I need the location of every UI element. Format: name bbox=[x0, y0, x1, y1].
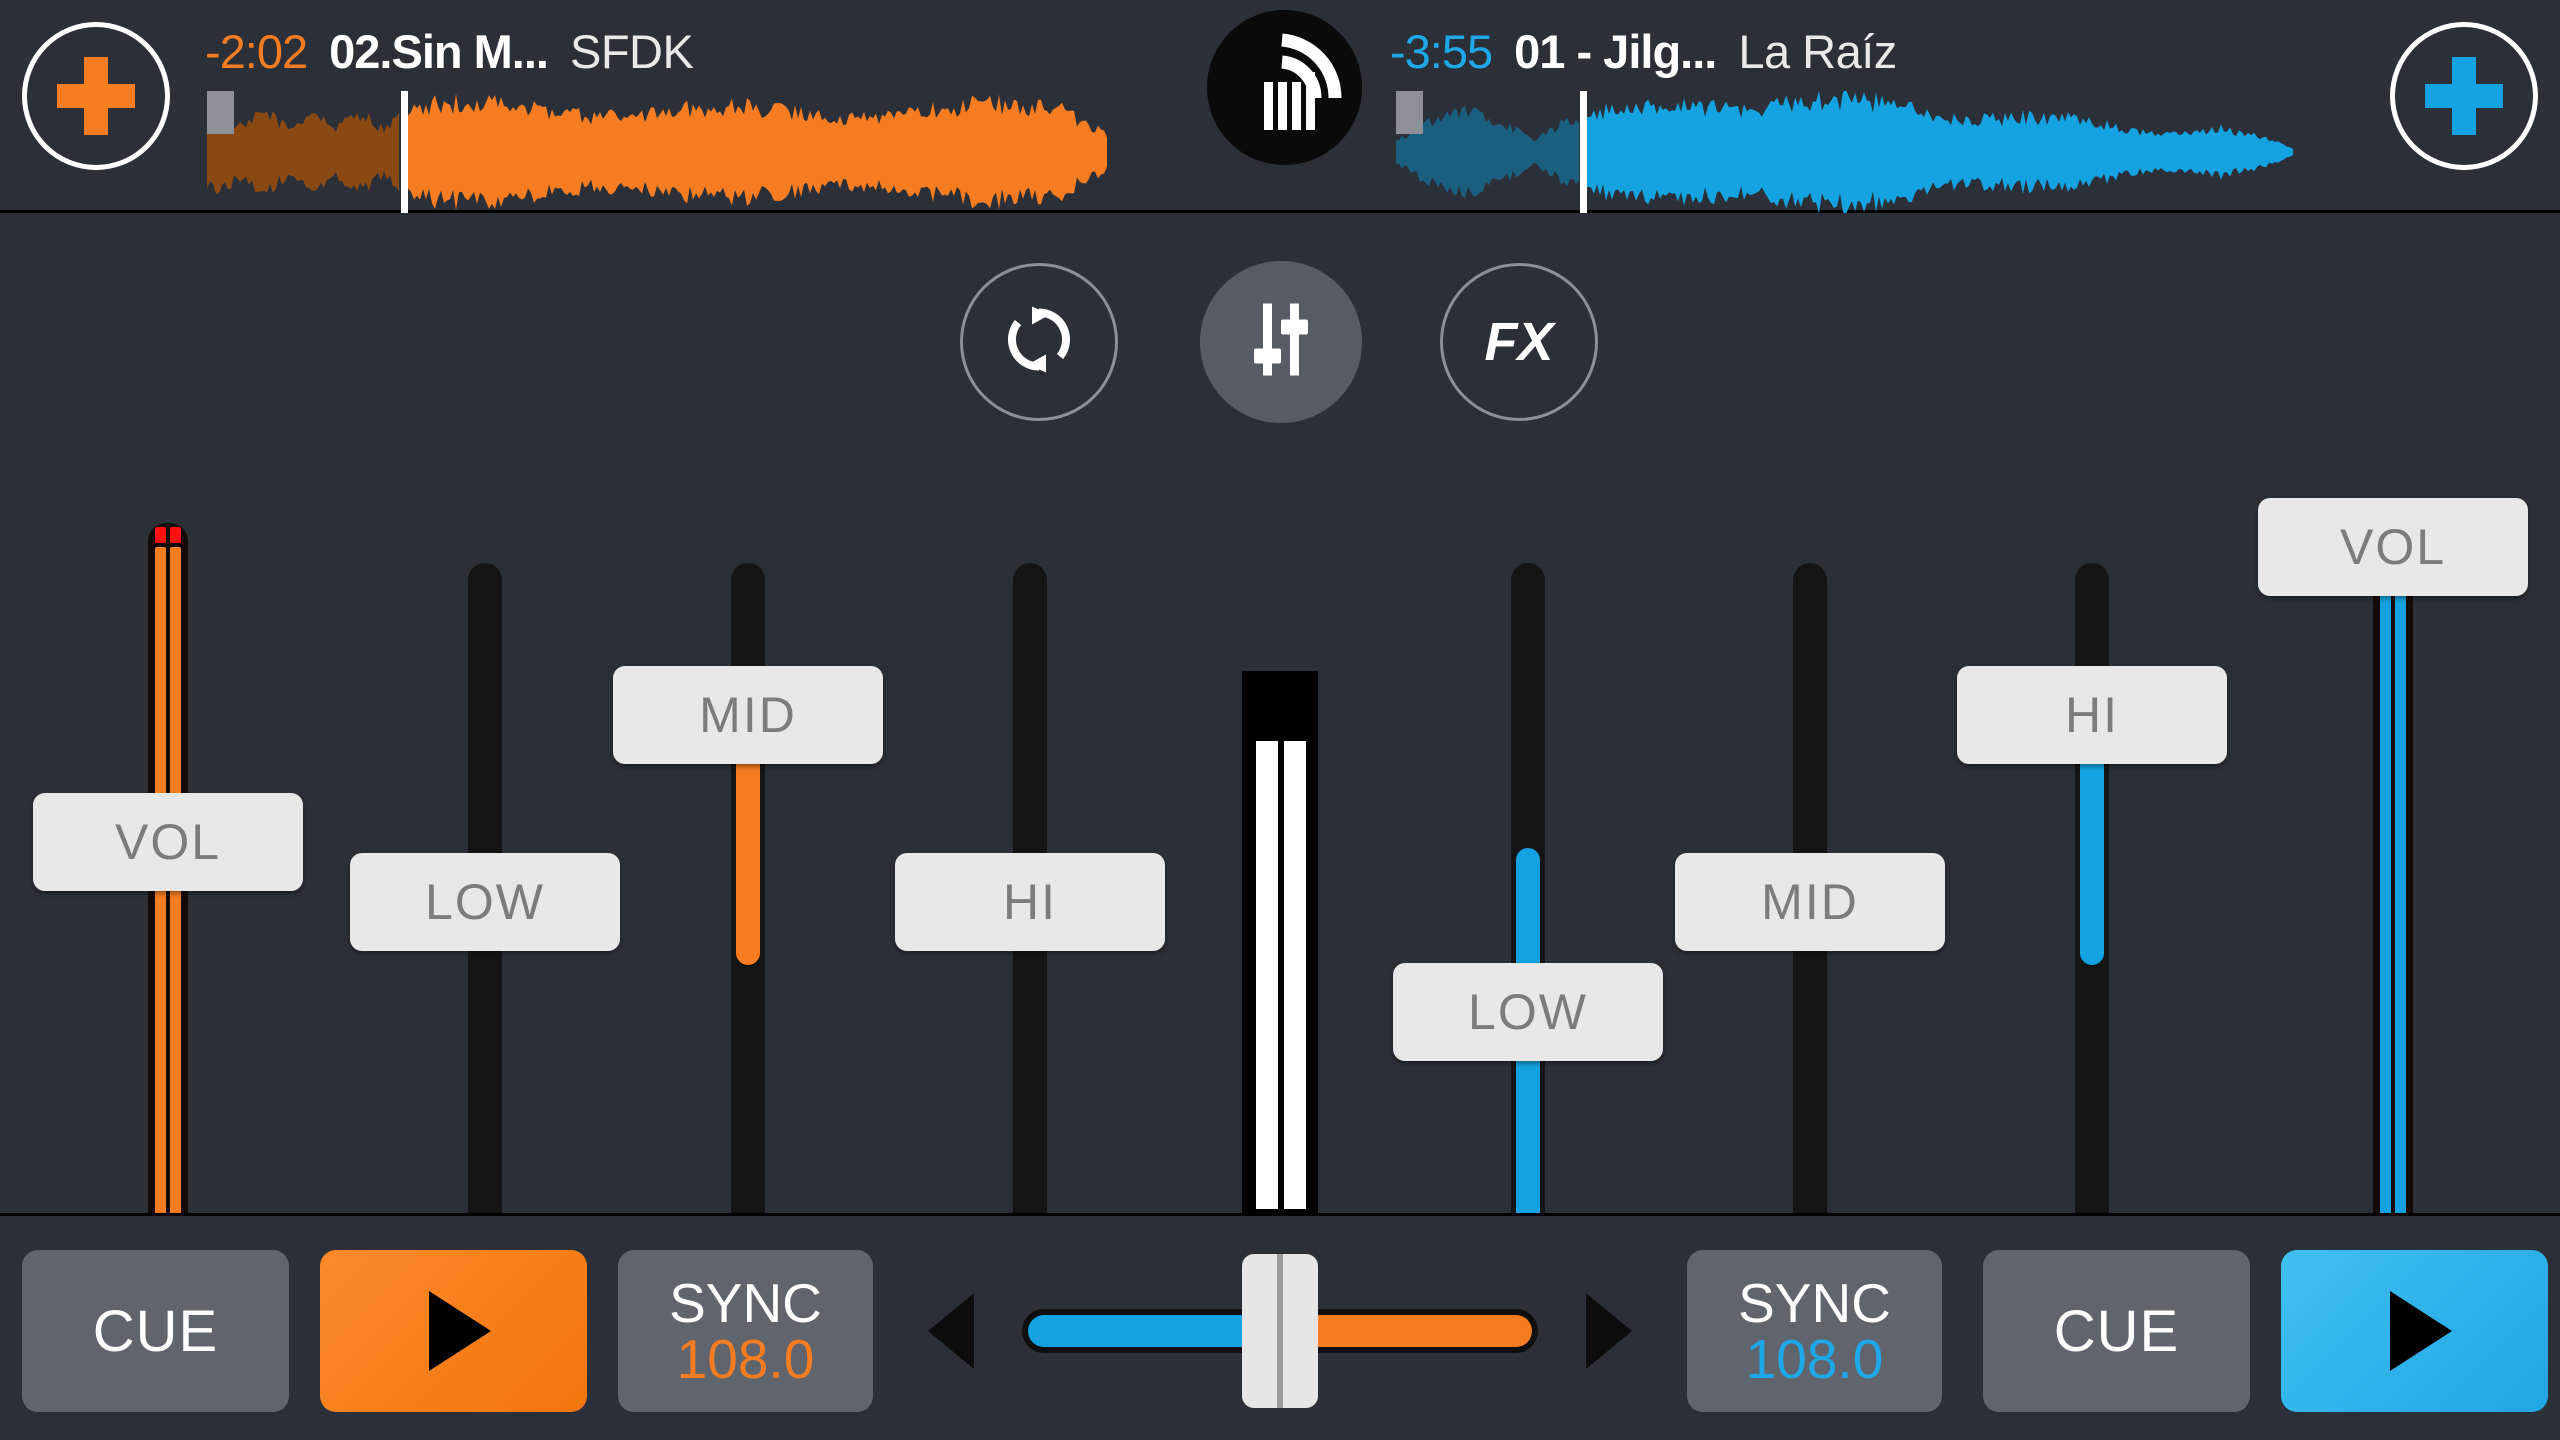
fader-handle-right-mid[interactable]: MID bbox=[1675, 853, 1945, 951]
cue-marker-right bbox=[1396, 91, 1423, 134]
logo-svg bbox=[1207, 10, 1362, 165]
mixer-panel: FX VOL LOW MID HI LOW MID HI VOL bbox=[0, 213, 2560, 1403]
fader-handle-left-vol[interactable]: VOL bbox=[33, 793, 303, 891]
deck-left-title: 02.Sin M... bbox=[329, 25, 549, 78]
waveform-left-svg bbox=[207, 93, 1107, 211]
fader-label-left-vol: VOL bbox=[114, 814, 222, 870]
fader-handle-left-low[interactable]: LOW bbox=[350, 853, 620, 951]
fader-right-mid[interactable]: MID bbox=[1675, 563, 1945, 1263]
waveform-right[interactable] bbox=[1390, 91, 2295, 213]
edjing-soundwave-logo bbox=[1207, 10, 1362, 165]
fader-handle-right-hi[interactable]: HI bbox=[1957, 666, 2227, 764]
mode-button-mixer[interactable] bbox=[1196, 257, 1366, 427]
vu-left-peak-1 bbox=[155, 527, 166, 543]
top-deck-bar: -2:02 02.Sin M... SFDK -3:55 01 - Jilg..… bbox=[0, 0, 2560, 213]
sync-bpm-right: 108.0 bbox=[1745, 1328, 1884, 1390]
crossfader-fill-left bbox=[1028, 1315, 1276, 1347]
fader-label-right-vol: VOL bbox=[2339, 519, 2447, 575]
fader-handle-left-mid[interactable]: MID bbox=[613, 666, 883, 764]
play-icon bbox=[428, 1291, 491, 1371]
play-button-left[interactable] bbox=[320, 1250, 587, 1412]
loop-sync-icon bbox=[1002, 303, 1076, 382]
deck-right-header: -3:55 01 - Jilg... La Raíz bbox=[1390, 0, 2410, 213]
deck-left-header: -2:02 02.Sin M... SFDK bbox=[205, 0, 1225, 213]
cue-button-left[interactable]: CUE bbox=[22, 1250, 289, 1412]
deck-right-title: 01 - Jilg... bbox=[1514, 25, 1717, 78]
add-track-button-right[interactable] bbox=[2390, 22, 2538, 170]
deck-left-remaining-time: -2:02 bbox=[205, 25, 308, 78]
fader-label-right-low: LOW bbox=[1468, 984, 1588, 1040]
fader-handle-right-vol[interactable]: VOL bbox=[2258, 498, 2528, 596]
fader-label-left-low: LOW bbox=[425, 874, 545, 930]
sync-button-right[interactable]: SYNC 108.0 bbox=[1687, 1250, 1942, 1412]
waveform-right-svg bbox=[1396, 91, 2293, 213]
mode-button-fx[interactable]: FX bbox=[1440, 263, 1598, 421]
sync-label-left: SYNC bbox=[669, 1271, 822, 1334]
sync-label-right: SYNC bbox=[1738, 1271, 1891, 1334]
fader-left-hi[interactable]: HI bbox=[895, 563, 1165, 1263]
vu-left-bar-2 bbox=[170, 547, 181, 1323]
crossfader-fill-right bbox=[1284, 1315, 1532, 1347]
triangle-left-icon[interactable] bbox=[928, 1293, 974, 1369]
triangle-right-icon[interactable] bbox=[1586, 1293, 1632, 1369]
deck-right-meta: -3:55 01 - Jilg... La Raíz bbox=[1390, 24, 1897, 79]
waveform-left[interactable] bbox=[205, 91, 1110, 213]
mixer-faders-icon bbox=[1241, 300, 1321, 385]
deck-left-artist: SFDK bbox=[569, 25, 694, 78]
master-bar-1 bbox=[1256, 741, 1278, 1209]
transport-bar: CUE SYNC 108.0 SYNC 108.0 CUE bbox=[0, 1213, 2560, 1440]
fader-left-mid[interactable]: MID bbox=[613, 563, 883, 1263]
cue-label-left: CUE bbox=[92, 1298, 219, 1364]
play-icon bbox=[2389, 1291, 2452, 1371]
plus-icon bbox=[57, 57, 135, 135]
playhead-right bbox=[1580, 91, 1587, 213]
vu-right-track bbox=[2373, 523, 2413, 1333]
fader-right-vol[interactable]: VOL bbox=[2258, 498, 2528, 1333]
fader-handle-right-low[interactable]: LOW bbox=[1393, 963, 1663, 1061]
fader-right-low[interactable]: LOW bbox=[1393, 563, 1663, 1263]
play-button-right[interactable] bbox=[2281, 1250, 2548, 1412]
deck-right-remaining-time: -3:55 bbox=[1390, 25, 1493, 78]
fader-label-left-mid: MID bbox=[699, 687, 797, 743]
fader-left-low[interactable]: LOW bbox=[350, 563, 620, 1263]
master-bar-2 bbox=[1284, 741, 1306, 1209]
vu-left-bar-1 bbox=[155, 547, 166, 1323]
fader-right-hi[interactable]: HI bbox=[1957, 563, 2227, 1263]
fader-left-vol[interactable]: VOL bbox=[33, 523, 303, 1333]
vu-left-peak-2 bbox=[170, 527, 181, 543]
fader-label-right-hi: HI bbox=[2065, 687, 2119, 743]
mode-button-loop[interactable] bbox=[960, 263, 1118, 421]
fader-label-right-mid: MID bbox=[1761, 874, 1859, 930]
crossfader[interactable] bbox=[910, 1250, 1650, 1412]
plus-icon bbox=[2425, 57, 2503, 135]
playhead-left bbox=[401, 91, 408, 213]
fader-label-left-hi: HI bbox=[1003, 874, 1057, 930]
add-track-button-left[interactable] bbox=[22, 22, 170, 170]
cue-button-right[interactable]: CUE bbox=[1983, 1250, 2250, 1412]
deck-right-artist: La Raíz bbox=[1738, 25, 1897, 78]
master-level-meter bbox=[1242, 671, 1318, 1221]
sync-button-left[interactable]: SYNC 108.0 bbox=[618, 1250, 873, 1412]
fx-label: FX bbox=[1484, 312, 1554, 372]
crossfader-knob[interactable] bbox=[1242, 1254, 1318, 1408]
cue-marker-left bbox=[207, 91, 234, 134]
cue-label-right: CUE bbox=[2053, 1298, 2180, 1364]
deck-left-meta: -2:02 02.Sin M... SFDK bbox=[205, 24, 694, 79]
fader-handle-left-hi[interactable]: HI bbox=[895, 853, 1165, 951]
vu-left-track bbox=[148, 523, 188, 1333]
sync-bpm-left: 108.0 bbox=[676, 1328, 815, 1390]
